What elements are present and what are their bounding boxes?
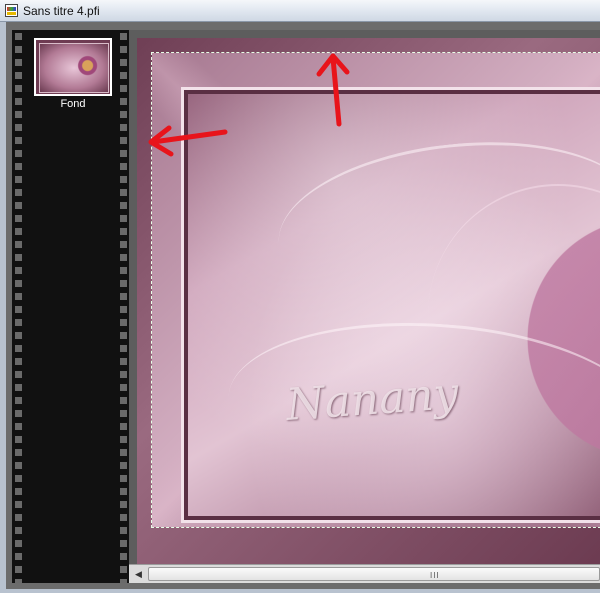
layer-label[interactable]: Fond	[34, 98, 112, 110]
layers-filmstrip-panel: Fond	[12, 30, 129, 583]
window-title-bar: Sans titre 4.pfi	[0, 0, 600, 22]
inner-white-frame: Nanany	[181, 87, 600, 523]
window-title: Sans titre 4.pfi	[23, 4, 100, 18]
film-perforation-right	[117, 30, 129, 583]
scrollbar-thumb[interactable]: III	[148, 567, 600, 581]
film-perforation-left	[12, 30, 24, 583]
red-arrow-left-icon	[148, 125, 228, 157]
horizontal-scrollbar[interactable]: ◀ III	[129, 564, 600, 583]
artwork-picture: Nanany	[188, 94, 600, 516]
canvas-area[interactable]: Nanany	[129, 30, 600, 564]
document-image[interactable]: Nanany	[137, 38, 600, 564]
layer-thumbnail-image	[39, 43, 109, 93]
layer-thumbnail[interactable]	[34, 38, 112, 96]
scroll-left-arrow-icon[interactable]: ◀	[131, 567, 146, 581]
scrollbar-grip-icon: III	[430, 571, 440, 580]
red-arrow-up-icon	[316, 53, 350, 127]
psp-file-icon	[5, 4, 18, 17]
